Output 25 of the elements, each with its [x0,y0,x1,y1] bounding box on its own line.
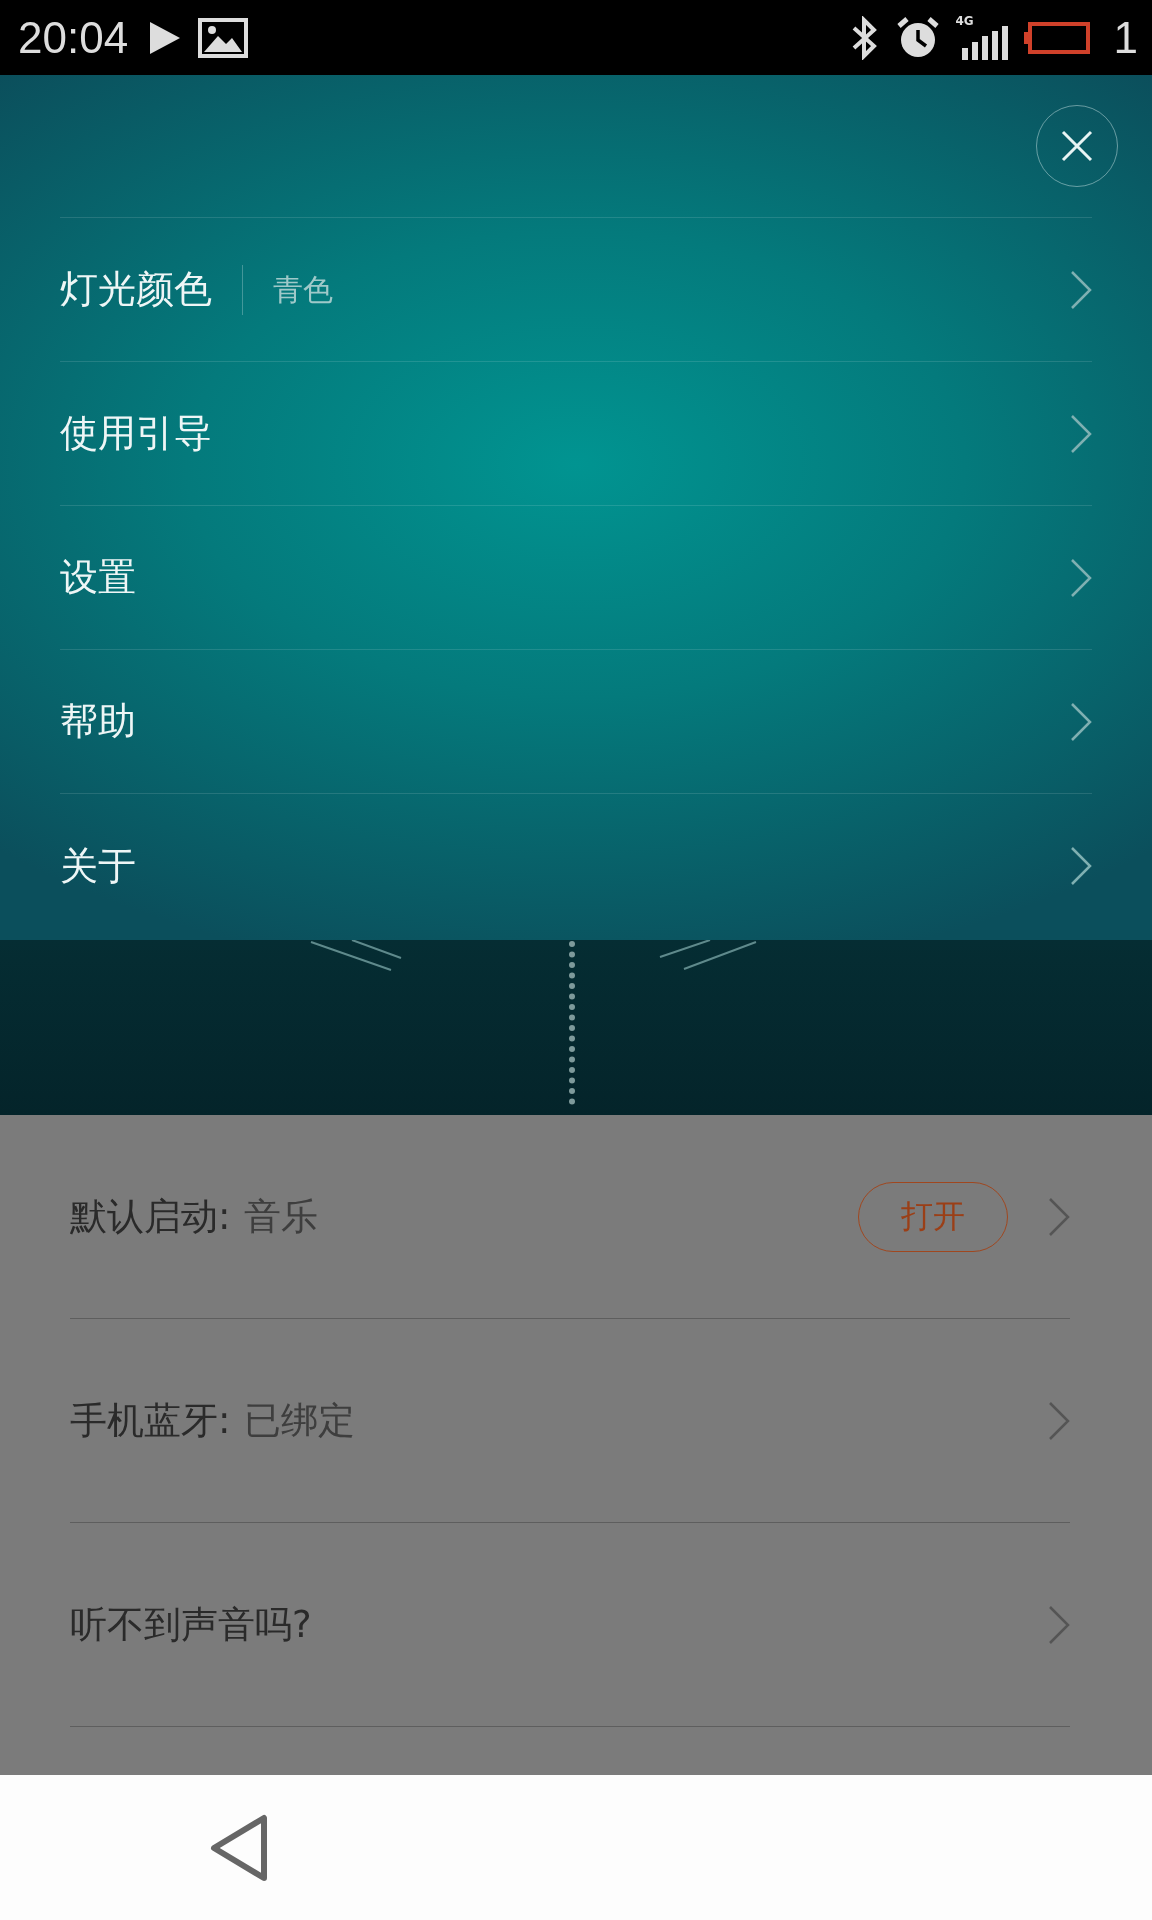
menu-item[interactable]: 灯光颜色 青色 [60,218,1092,362]
menu-item[interactable]: 使用引导 [60,362,1092,506]
settings-item[interactable]: 听不到声音吗? [70,1523,1070,1727]
network-label: 4G [955,13,974,28]
back-icon[interactable] [210,1813,270,1882]
clock-time: 20:04 [18,12,129,63]
alarm-clock-icon [895,15,940,60]
chevron-right-icon [1070,413,1092,454]
chevron-right-icon [1048,1196,1070,1237]
close-icon [1060,129,1094,163]
chevron-right-icon [1070,557,1092,598]
settings-item[interactable]: 手机蓝牙: 已绑定 [70,1319,1070,1523]
battery-level: 1 [1113,12,1138,63]
settings-item[interactable]: 默认启动: 音乐 打开 [70,1115,1070,1319]
chevron-right-icon [1070,701,1092,742]
chevron-right-icon [1048,1604,1070,1645]
signal-icon [961,25,1008,60]
image-icon [198,17,249,58]
menu-item[interactable]: 关于 [60,794,1092,938]
menu-item[interactable]: 设置 [60,506,1092,650]
battery-icon [1023,21,1090,54]
chevron-right-icon [1048,1400,1070,1441]
menu-item[interactable]: 帮助 [60,650,1092,794]
chevron-right-icon [1070,269,1092,310]
chevron-right-icon [1070,846,1092,886]
